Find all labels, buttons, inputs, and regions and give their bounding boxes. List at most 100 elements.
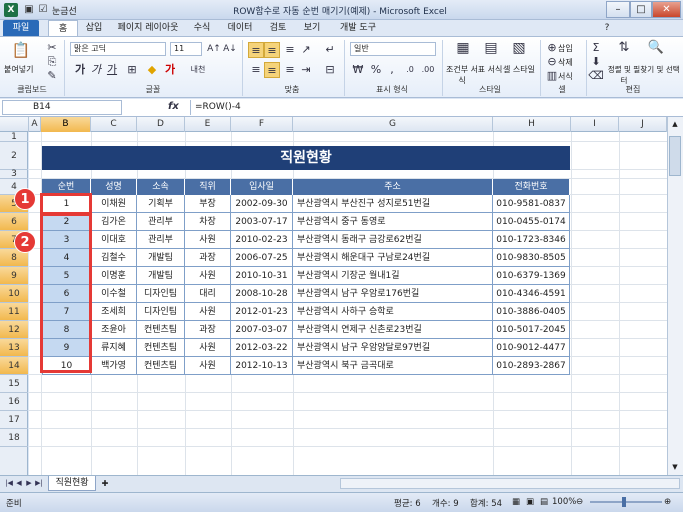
align-bottom-icon[interactable]: ≡ [282, 42, 298, 58]
sort-filter-label[interactable]: 정렬 및 필터 [606, 64, 642, 86]
row-header-12[interactable]: 12 [0, 321, 28, 339]
table-cell-dept[interactable]: 컨텐츠팀 [137, 321, 185, 339]
table-cell-address[interactable]: 부산광역시 기장군 월내1길 [293, 267, 493, 285]
table-cell-hire-date[interactable]: 2008-10-28 [231, 285, 293, 303]
italic-button[interactable]: 가 [88, 62, 104, 78]
column-header-d[interactable]: D [137, 117, 185, 132]
cell-style-label[interactable]: 셀 스타일 [502, 64, 536, 75]
table-cell-position[interactable]: 차장 [185, 213, 231, 231]
align-top-icon[interactable]: ≡ [248, 42, 264, 58]
table-cell-name[interactable]: 백가영 [91, 357, 137, 375]
delete-cells-label[interactable]: 삭제 [558, 57, 573, 68]
sheet-tab-employees[interactable]: 직원현황 [48, 476, 96, 491]
table-cell-phone[interactable]: 010-2893-2867 [493, 357, 570, 375]
decrease-decimal-icon[interactable]: .00 [420, 62, 436, 78]
table-cell-address[interactable]: 부산광역시 중구 동영로 [293, 213, 493, 231]
increase-decimal-icon[interactable]: .0 [402, 62, 418, 78]
conditional-format-label[interactable]: 조건부 서식 [446, 64, 478, 86]
table-cell-phone[interactable]: 010-1723-8346 [493, 231, 570, 249]
bold-button[interactable]: 가 [72, 62, 88, 78]
gridlines-toggle-label[interactable]: 눈금선 [52, 4, 77, 17]
table-cell-name[interactable]: 조윤아 [91, 321, 137, 339]
currency-icon[interactable]: ₩ [350, 62, 366, 78]
sort-filter-icon[interactable]: ⇅ [614, 40, 634, 60]
percent-icon[interactable]: % [368, 62, 384, 78]
table-cell-position[interactable]: 과장 [185, 249, 231, 267]
borders-icon[interactable]: ⊞ [124, 62, 140, 78]
table-cell-phone[interactable]: 010-6379-1369 [493, 267, 570, 285]
tab-page-layout[interactable]: 페이지 레이아웃 [110, 20, 186, 36]
zoom-slider-thumb[interactable] [622, 497, 626, 507]
clear-icon[interactable]: ⌫ [588, 68, 604, 84]
tab-data[interactable]: 데이터 [222, 20, 258, 36]
align-middle-icon[interactable]: ≡ [264, 42, 280, 58]
prev-sheet-icon[interactable]: ◀ [14, 478, 24, 489]
column-header-c[interactable]: C [91, 117, 137, 132]
number-format-combo[interactable]: 일반 [350, 42, 436, 56]
checkbox-icon[interactable]: ☑ [36, 3, 50, 17]
paste-label[interactable]: 붙여넣기 [4, 64, 33, 75]
table-cell-address[interactable]: 부산광역시 연제구 신촌로23번길 [293, 321, 493, 339]
table-cell-position[interactable]: 사원 [185, 303, 231, 321]
table-cell-position[interactable]: 대리 [185, 285, 231, 303]
table-cell-address[interactable]: 부산광역시 해운대구 구남로24번길 [293, 249, 493, 267]
row-header-14[interactable]: 14 [0, 357, 28, 375]
table-cell-dept[interactable]: 개발팀 [137, 249, 185, 267]
row-header-16[interactable]: 16 [0, 393, 28, 411]
table-cell-position[interactable]: 사원 [185, 231, 231, 249]
tab-developer[interactable]: 개발 도구 [334, 20, 382, 36]
save-icon[interactable]: ▣ [22, 3, 36, 17]
table-cell-dept[interactable]: 관리부 [137, 213, 185, 231]
format-cells-label[interactable]: 서식 [558, 71, 573, 82]
tab-view[interactable]: 보기 [298, 20, 326, 36]
row-header-17[interactable]: 17 [0, 411, 28, 429]
column-header-b[interactable]: B [41, 117, 91, 132]
table-cell-position[interactable]: 사원 [185, 339, 231, 357]
table-cell-phone[interactable]: 010-0455-0174 [493, 213, 570, 231]
tab-home[interactable]: 홈 [48, 20, 78, 36]
normal-view-icon[interactable]: ▦ [512, 497, 520, 507]
merge-center-icon[interactable]: ⊟ [322, 62, 338, 78]
tab-insert[interactable]: 삽입 [80, 20, 108, 36]
row-header-15[interactable]: 15 [0, 375, 28, 393]
zoom-out-icon[interactable]: ⊖ [576, 497, 583, 507]
table-cell-position[interactable]: 부장 [185, 195, 231, 213]
table-cell-hire-date[interactable]: 2007-03-07 [231, 321, 293, 339]
table-cell-name[interactable]: 조세희 [91, 303, 137, 321]
table-cell-address[interactable]: 부산광역시 동래구 금강로62번길 [293, 231, 493, 249]
font-color-icon[interactable]: 가 [162, 62, 178, 78]
excel-app-icon[interactable]: X [4, 3, 18, 17]
underline-button[interactable]: 가 [104, 62, 120, 78]
row-header-2[interactable]: 2 [0, 142, 28, 170]
align-right-icon[interactable]: ≡ [282, 62, 298, 78]
table-cell-address[interactable]: 부산광역시 북구 금곡대로 [293, 357, 493, 375]
find-select-icon[interactable]: 🔍 [646, 40, 666, 60]
orientation-icon[interactable]: ↗ [298, 42, 314, 58]
table-cell-position[interactable]: 과장 [185, 321, 231, 339]
maximize-button[interactable]: □ [630, 1, 652, 18]
table-cell-dept[interactable]: 컨텐츠팀 [137, 357, 185, 375]
column-header-e[interactable]: E [185, 117, 231, 132]
table-cell-phone[interactable]: 010-9581-0837 [493, 195, 570, 213]
table-cell-phone[interactable]: 010-4346-4591 [493, 285, 570, 303]
phonetic-icon[interactable]: 내천 [190, 62, 206, 78]
table-cell-name[interactable]: 이명훈 [91, 267, 137, 285]
row-header-6[interactable]: 6 [0, 213, 28, 231]
table-cell-name[interactable]: 류지혜 [91, 339, 137, 357]
table-cell-hire-date[interactable]: 2012-10-13 [231, 357, 293, 375]
table-cell-hire-date[interactable]: 2012-03-22 [231, 339, 293, 357]
grow-font-icon[interactable]: A↑ [206, 41, 222, 57]
scroll-up-icon[interactable]: ▲ [669, 120, 681, 130]
comma-icon[interactable]: , [384, 62, 400, 78]
zoom-level[interactable]: 100% [552, 497, 576, 507]
table-cell-position[interactable]: 사원 [185, 357, 231, 375]
new-sheet-icon[interactable]: ✚ [98, 477, 112, 490]
zoom-slider[interactable] [590, 501, 662, 503]
table-cell-address[interactable]: 부산광역시 부산진구 성지로51번길 [293, 195, 493, 213]
table-cell-phone[interactable]: 010-5017-2045 [493, 321, 570, 339]
close-button[interactable]: ✕ [652, 1, 681, 18]
vertical-scroll-thumb[interactable] [669, 136, 681, 176]
next-sheet-icon[interactable]: ▶ [24, 478, 34, 489]
conditional-format-icon[interactable]: ▦ [452, 40, 474, 62]
column-header-g[interactable]: G [293, 117, 493, 132]
